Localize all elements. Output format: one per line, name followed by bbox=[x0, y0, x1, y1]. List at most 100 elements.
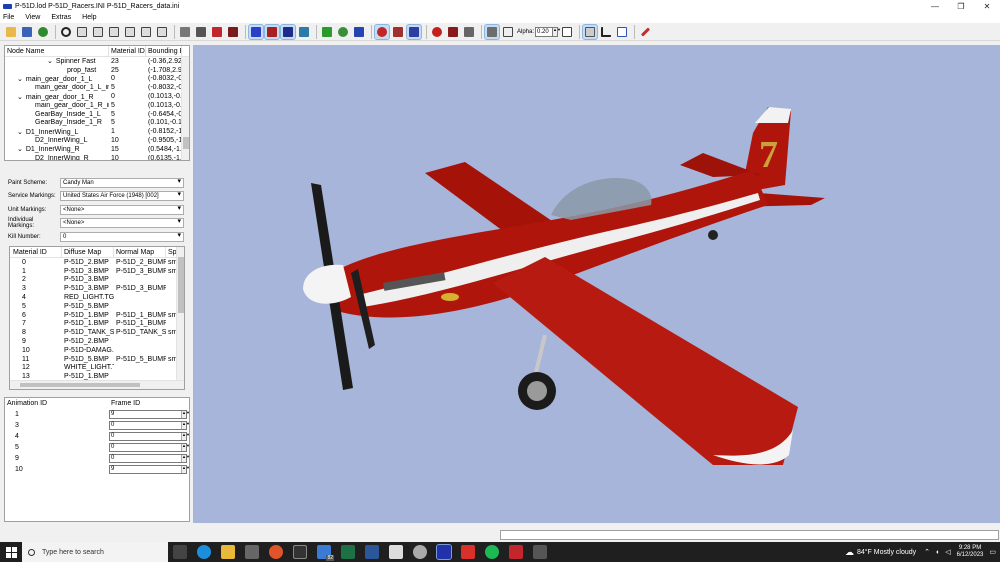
view-right-button[interactable] bbox=[123, 25, 137, 39]
calculator-icon[interactable] bbox=[245, 545, 259, 559]
notification-icon[interactable]: ▭ bbox=[989, 548, 996, 556]
layers-button[interactable] bbox=[582, 23, 599, 40]
node-tree-scroll-thumb[interactable] bbox=[183, 137, 189, 149]
frame-id-input[interactable]: 0 ▲▼ bbox=[109, 421, 190, 430]
service-markings-select[interactable]: United States Air Force (1948) [002] bbox=[60, 191, 184, 202]
texture-button[interactable] bbox=[36, 25, 50, 39]
material-row[interactable]: 6P-51D_1.BMPP-51D_1_BUMP....sm bbox=[10, 311, 184, 320]
maximize-button[interactable]: ❐ bbox=[948, 0, 974, 12]
individual-markings-select[interactable]: <None> bbox=[60, 218, 184, 229]
plane-color-button[interactable] bbox=[391, 25, 405, 39]
tools-button[interactable] bbox=[638, 25, 652, 39]
notion-icon[interactable] bbox=[293, 545, 307, 559]
plane-red-button[interactable] bbox=[374, 23, 390, 40]
frame-id-spinner[interactable]: ▲▼ bbox=[181, 433, 190, 440]
plane-dark-button[interactable] bbox=[446, 25, 460, 39]
shade-gray-button[interactable] bbox=[178, 25, 192, 39]
col-normal-map[interactable]: Normal Map bbox=[114, 247, 166, 258]
save-button[interactable] bbox=[20, 25, 34, 39]
material-row[interactable]: 1P-51D_3.BMPP-51D_3_BUMP....sm bbox=[10, 267, 184, 276]
expand-toggle-icon[interactable]: ⌄ bbox=[17, 76, 23, 83]
tray-chevron-icon[interactable]: ⌃ bbox=[924, 548, 930, 556]
frame-id-input[interactable]: 9 ▲▼ bbox=[109, 410, 190, 419]
excel-icon[interactable] bbox=[341, 545, 355, 559]
paint-scheme-select[interactable]: Candy Man bbox=[60, 177, 184, 188]
material-row[interactable]: 8P-51D_TANK_S...P-51D_TANK_S...sm bbox=[10, 328, 184, 337]
frame-id-spinner[interactable]: ▲▼ bbox=[181, 411, 190, 418]
material-table[interactable]: Material ID Diffuse Map Normal Map Spe 0… bbox=[9, 246, 185, 390]
col-node-name[interactable]: Node Name bbox=[5, 46, 109, 57]
shade-darkred-button[interactable] bbox=[226, 25, 240, 39]
volume-icon[interactable]: ◁ bbox=[945, 548, 950, 556]
frame-id-input[interactable]: 0 ▲▼ bbox=[109, 432, 190, 441]
minimize-button[interactable]: — bbox=[922, 0, 948, 12]
open-folder-button[interactable] bbox=[4, 25, 18, 39]
transparent-button[interactable] bbox=[501, 25, 515, 39]
green-button[interactable] bbox=[336, 25, 350, 39]
shade-dark-button[interactable] bbox=[194, 25, 208, 39]
alpha-input[interactable]: 0.20 bbox=[535, 26, 554, 37]
graph-button[interactable] bbox=[599, 25, 613, 39]
firefox-icon[interactable] bbox=[269, 545, 283, 559]
bug-button[interactable] bbox=[430, 25, 444, 39]
frame-button[interactable] bbox=[560, 25, 574, 39]
clock[interactable]: 9:28 PM 6/12/2023 bbox=[957, 545, 984, 559]
material-row[interactable]: 9 P-51D_2.BMP bbox=[10, 337, 184, 346]
node-tree-row[interactable]: main_gear_door_1_R_in...5 (0.1013,-0.14 bbox=[5, 101, 189, 110]
col-material-id[interactable]: Material ID bbox=[109, 46, 146, 57]
weather-text[interactable]: 84°F Mostly cloudy bbox=[857, 549, 916, 556]
expand-toggle-icon[interactable]: ⌄ bbox=[17, 146, 23, 153]
view-back-button[interactable] bbox=[91, 25, 105, 39]
material-row[interactable]: 2 P-51D_3.BMP bbox=[10, 276, 184, 285]
node-tree-row[interactable]: ⌄main_gear_door_1_L0(-0.8032,-0.1 bbox=[5, 75, 189, 84]
animation-table[interactable]: Animation ID Frame ID 1 9 ▲▼ 3 0 ▲▼ 4 0 ▲▼ 5 0 ▲▼ 9 0… bbox=[4, 397, 190, 522]
col-material-id[interactable]: Material ID bbox=[10, 247, 62, 258]
wire-red-button[interactable] bbox=[264, 23, 280, 40]
col-diffuse-map[interactable]: Diffuse Map bbox=[62, 247, 114, 258]
material-row[interactable]: 3 P-51D_3.BMP P-51D_3_BUMP.... bbox=[10, 284, 184, 293]
taskbar-search[interactable]: Type here to search bbox=[22, 542, 168, 562]
start-button[interactable] bbox=[0, 546, 22, 558]
lod-viewer-taskbar-icon[interactable] bbox=[436, 544, 452, 560]
menu-extras[interactable]: Extras bbox=[51, 14, 71, 21]
expand-toggle-icon[interactable]: ⌄ bbox=[17, 129, 23, 136]
material-vscroll-thumb[interactable] bbox=[178, 257, 184, 313]
plane-gray-button[interactable] bbox=[462, 25, 476, 39]
node-tree-row[interactable]: D2_InnerWing_L 10 (-0.9505,-1.2 bbox=[5, 136, 189, 145]
view-top-button[interactable] bbox=[139, 25, 153, 39]
node-tree-row[interactable]: main_gear_door_1_L_in...5 (-0.8032,-0.1 bbox=[5, 83, 189, 92]
node-tree-row[interactable]: prop_fast 25 (-1.708,2.984 bbox=[5, 66, 189, 75]
material-row[interactable]: 11P-51D_5.BMPP-51D_5_BUMP....sm bbox=[10, 355, 184, 364]
frame-id-input[interactable]: 0 ▲▼ bbox=[109, 443, 190, 452]
app-icon-gray[interactable] bbox=[413, 545, 427, 559]
edge-icon[interactable] bbox=[197, 545, 211, 559]
alpha-spinner[interactable]: ▲▼ bbox=[553, 26, 561, 37]
frame-id-input[interactable]: 9 ▲▼ bbox=[109, 465, 190, 474]
frame-id-spinner[interactable]: ▲▼ bbox=[181, 466, 190, 473]
material-row[interactable]: 5 P-51D_5.BMP bbox=[10, 302, 184, 311]
3d-viewport[interactable]: 7 bbox=[193, 45, 1000, 523]
material-row[interactable]: 0P-51D_2.BMPP-51D_2_BUMP....sm bbox=[10, 258, 184, 267]
node-tree-row[interactable]: D2_InnerWing_R 10 (0.6135,-1.29 bbox=[5, 154, 189, 160]
word-icon[interactable] bbox=[365, 545, 379, 559]
close-button[interactable]: ✕ bbox=[974, 0, 1000, 12]
material-row[interactable]: 7 P-51D_1.BMP P-51D_1_BUMP.... bbox=[10, 320, 184, 329]
col-animation-id[interactable]: Animation ID bbox=[5, 398, 109, 409]
box-gray-button[interactable] bbox=[484, 23, 500, 40]
view-bottom-button[interactable] bbox=[155, 25, 169, 39]
frame-id-spinner[interactable]: ▲▼ bbox=[181, 444, 190, 451]
view-front-button[interactable] bbox=[75, 25, 89, 39]
expand-toggle-icon[interactable]: ⌄ bbox=[47, 58, 53, 65]
frame-id-spinner[interactable]: ▲▼ bbox=[181, 422, 190, 429]
node-tree-row[interactable]: ⌄D1_InnerWing_R15(0.5484,-1.29 bbox=[5, 145, 189, 154]
col-bounding-box[interactable]: Bounding Bo bbox=[146, 46, 182, 57]
material-vscroll[interactable] bbox=[176, 247, 184, 381]
material-hscroll-thumb[interactable] bbox=[20, 383, 140, 387]
mail-icon[interactable]: 82 bbox=[317, 545, 334, 561]
material-hscroll[interactable] bbox=[10, 380, 184, 389]
material-row[interactable]: 10 P-51D-DAMAG... bbox=[10, 346, 184, 355]
network-icon[interactable]: ◐ bbox=[936, 549, 940, 556]
task-view-icon[interactable] bbox=[173, 545, 187, 559]
menu-file[interactable]: File bbox=[3, 14, 14, 21]
node-tree-row[interactable]: GearBay_Inside_1_L 5 (-0.6454,-0.1 bbox=[5, 110, 189, 119]
